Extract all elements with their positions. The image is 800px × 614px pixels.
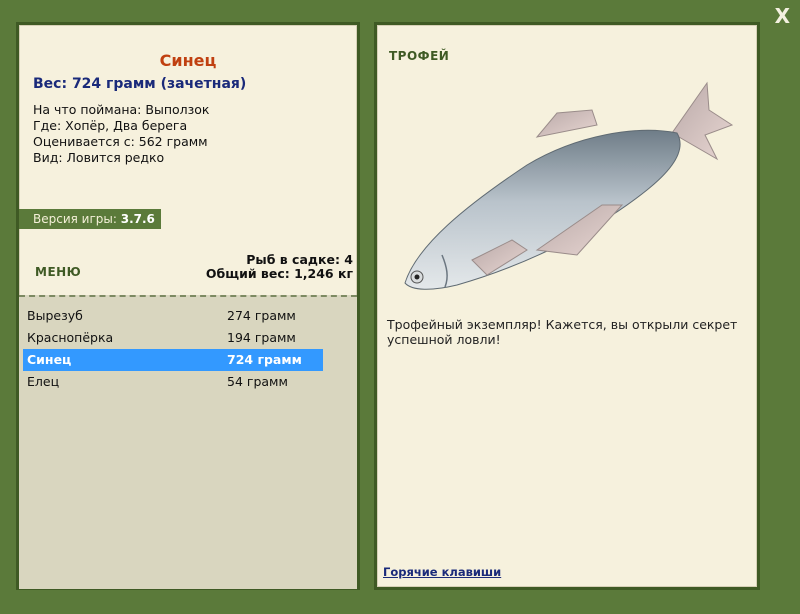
basket-info: Рыб в садке: 4 Общий вес: 1,246 кг	[206, 253, 353, 281]
fish-list-item-name: Краснопёрка	[27, 330, 114, 345]
fish-list: Вырезуб 274 грамм Краснопёрка 194 грамм …	[19, 295, 357, 589]
fish-image	[404, 81, 734, 290]
info-bait: На что поймана: Выползок	[33, 102, 210, 117]
fish-list-item-selected[interactable]: Синец 724 грамм	[23, 349, 323, 371]
version-label: Версия игры:	[33, 212, 117, 226]
info-rated-from: Оценивается с: 562 грамм	[33, 134, 208, 149]
fish-list-item[interactable]: Елец 54 грамм	[23, 371, 323, 393]
fish-list-item-weight: 274 грамм	[227, 308, 296, 323]
fish-details-panel: Синец Вес: 724 грамм (зачетная) На что п…	[16, 22, 360, 590]
fish-info: На что поймана: Выползок Где: Хопёр, Два…	[33, 102, 357, 166]
fish-list-item-name: Синец	[27, 352, 72, 367]
trophy-panel: ТРОФЕЙ Трофейный экземпляр! Кажется, вы …	[374, 22, 760, 590]
info-location: Где: Хопёр, Два берега	[33, 118, 188, 133]
fish-list-item-name: Вырезуб	[27, 308, 83, 323]
fish-title: Синец	[159, 51, 217, 70]
menu-button[interactable]: МЕНЮ	[35, 265, 81, 279]
version-value: 3.7.6	[120, 212, 155, 226]
version-badge: Версия игры: 3.7.6	[19, 209, 161, 229]
fish-list-item-weight: 194 грамм	[227, 330, 296, 345]
trophy-text: Трофейный экземпляр! Кажется, вы открыли…	[387, 317, 738, 347]
fish-list-item[interactable]: Краснопёрка 194 грамм	[23, 327, 323, 349]
close-button[interactable]: X	[775, 6, 790, 26]
basket-weight: Общий вес: 1,246 кг	[205, 266, 353, 281]
hotkeys-link[interactable]: Горячие клавиши	[383, 565, 501, 579]
info-rarity: Вид: Ловится редко	[33, 150, 165, 165]
fish-list-item-weight: 54 грамм	[227, 374, 288, 389]
fish-list-item[interactable]: Вырезуб 274 грамм	[23, 305, 323, 327]
basket-count: Рыб в садке: 4	[246, 252, 353, 267]
fish-list-item-weight: 724 грамм	[227, 352, 302, 367]
fish-weight: Вес: 724 грамм (зачетная)	[33, 76, 247, 92]
fish-list-item-name: Елец	[27, 374, 60, 389]
